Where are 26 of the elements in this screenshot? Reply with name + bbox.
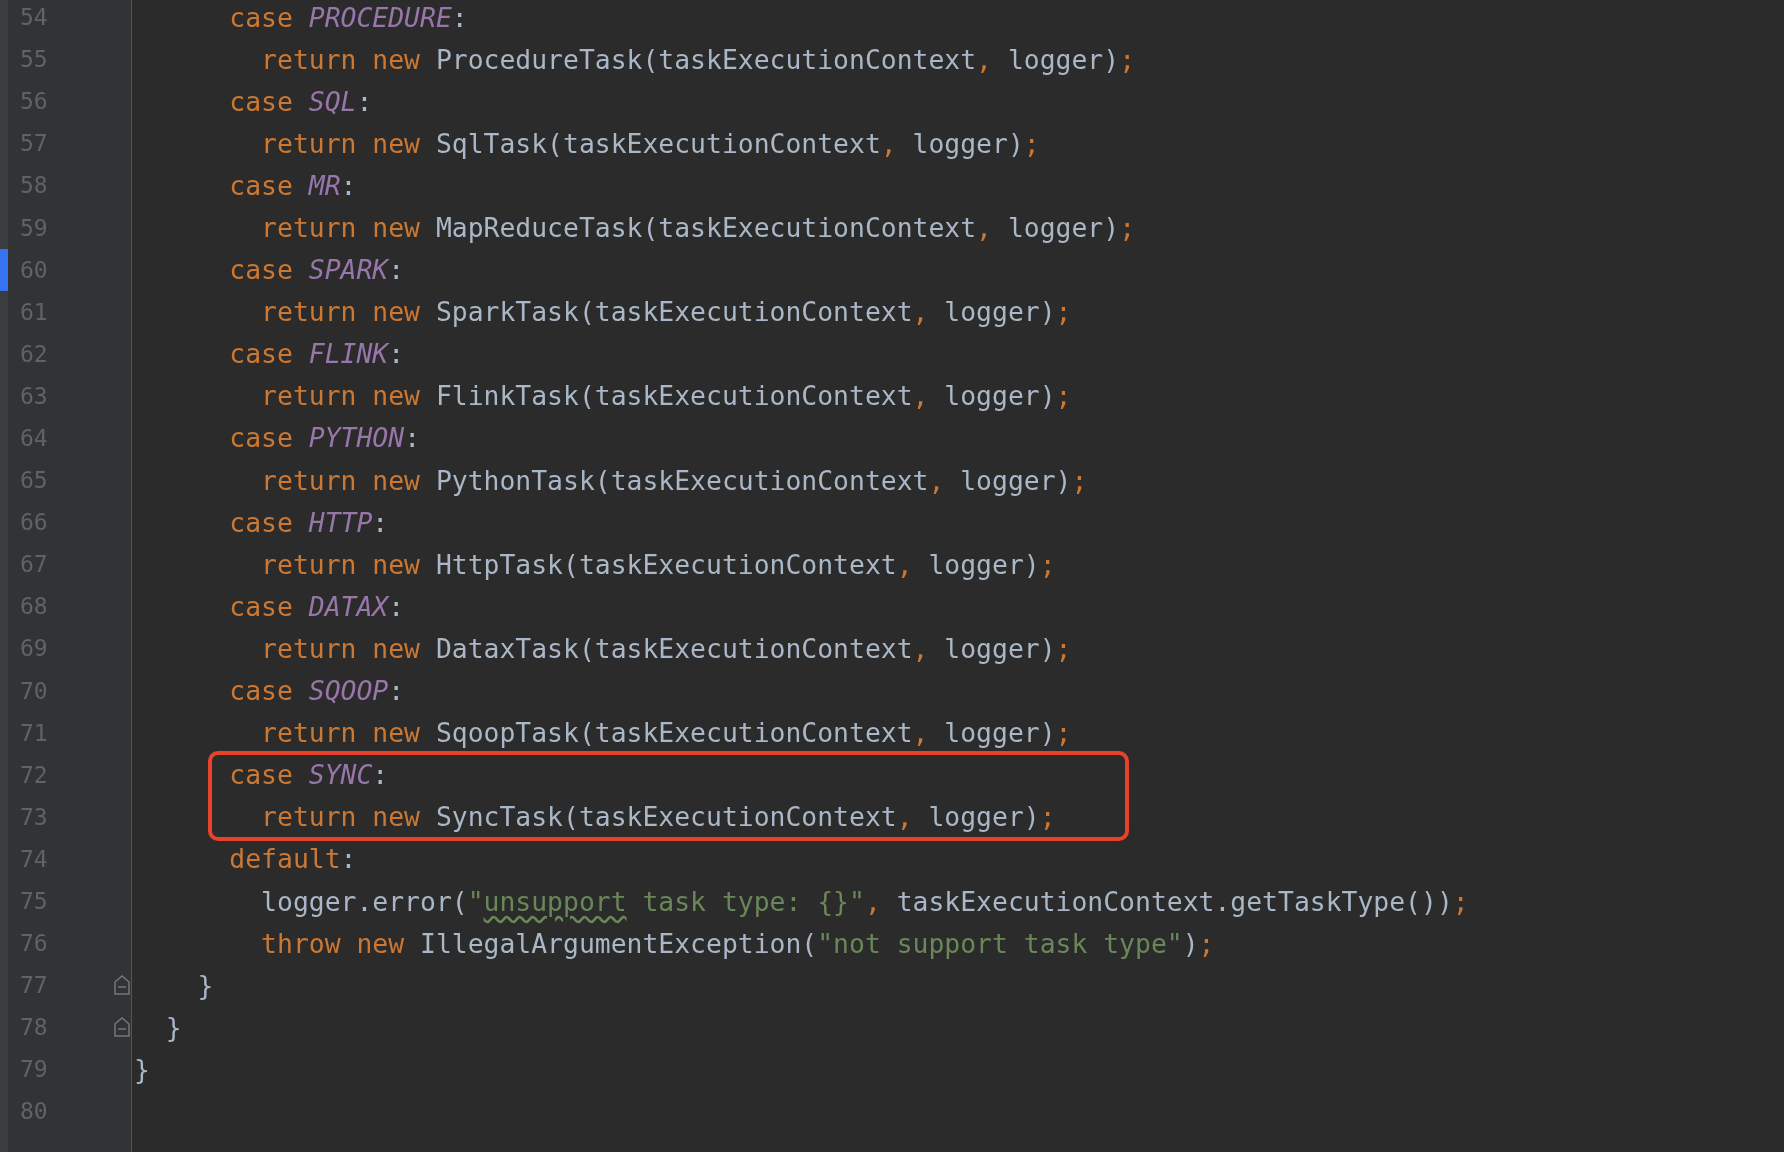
code-line: case PROCEDURE: [228,1,468,33]
code-line: case SQOOP: [228,675,405,707]
code-line: default: [228,843,357,875]
code-line: case SQL: [228,85,373,117]
code-line: } [133,1053,150,1085]
code-line: return new SqoopTask(taskExecutionContext, logger); [260,717,1072,749]
code-line: logger.error("unsupport task type: {}", taskExecutionContext.getTaskType()); [260,885,1469,917]
code-line: return new ProcedureTask(taskExecutionContext, logger); [260,43,1135,75]
code-line: return new SqlTask(taskExecutionContext, logger); [260,127,1040,159]
code-line: return new HttpTask(taskExecutionContext, logger); [260,548,1056,580]
code-line: case DATAX: [228,590,405,622]
code-line: return new PythonTask(taskExecutionContext, logger); [260,464,1088,496]
code-line: case SPARK: [228,254,405,286]
code-line: return new SyncTask(taskExecutionContext, logger); [260,801,1056,833]
code-line: case MR: [228,169,357,201]
code-line: case FLINK: [228,338,405,370]
code-line: throw new IllegalArgumentException("not support task type"); [260,927,1215,959]
code-line: } [196,969,214,1001]
code-line: case HTTP: [228,506,389,538]
code-line: return new MapReduceTask(taskExecutionContext, logger); [260,212,1135,243]
code-line: return new SparkTask(taskExecutionContext, logger); [260,296,1072,328]
code-line: case SYNC: [228,759,389,791]
code-line: case PYTHON: [228,422,420,454]
code-line: return new DataxTask(taskExecutionContext, logger); [260,632,1072,664]
code-line: } [164,1011,182,1043]
code-line: return new FlinkTask(taskExecutionContext, logger); [260,380,1072,412]
